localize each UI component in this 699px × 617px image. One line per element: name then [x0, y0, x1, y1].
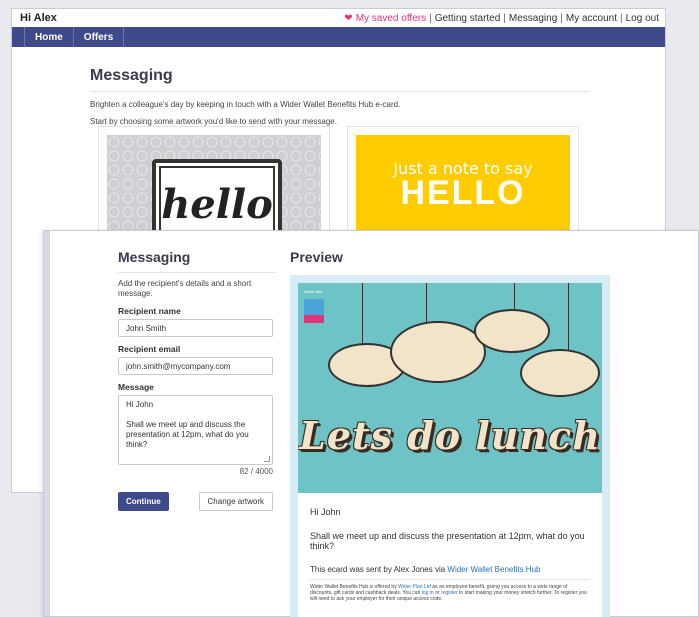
intro-text-1: Brighten a colleague's day by keeping in… — [90, 100, 401, 109]
message-line: Hi John — [126, 400, 154, 409]
recipient-name-input[interactable]: John Smith — [118, 319, 273, 337]
artwork-image: hello — [107, 135, 321, 243]
artwork-image: Just a note to say HELLO — [356, 135, 570, 243]
main-nav: Home Offers — [12, 27, 665, 47]
artwork-text: hello — [161, 180, 273, 228]
ecard-title: Lets do lunch — [299, 413, 601, 458]
sent-by-line: This ecard was sent by Alex Jones via Wi… — [310, 565, 590, 580]
separator: | — [620, 12, 623, 24]
nav-item-offers[interactable]: Offers — [74, 27, 125, 47]
nav-item-home[interactable]: Home — [24, 27, 74, 47]
change-artwork-button[interactable]: Change artwork — [198, 492, 273, 511]
message-form: Messaging Add the recipient's details an… — [118, 249, 276, 511]
preview-greeting: Hi John — [310, 507, 341, 517]
form-actions: Continue Change artwork — [118, 492, 273, 511]
ecard-image: Made with Lets do lunch — [298, 283, 602, 493]
greeting: Hi Alex — [20, 12, 57, 24]
window-edge — [44, 231, 50, 616]
hanging-string — [362, 283, 363, 345]
cloud-icon — [390, 321, 486, 383]
sent-by-text: This ecard was sent by Alex Jones via — [310, 565, 448, 574]
recipient-name-label: Recipient name — [118, 306, 181, 316]
benefits-hub-link[interactable]: Wider Wallet Benefits Hub — [447, 565, 540, 574]
register-link[interactable]: register — [441, 590, 458, 596]
separator: | — [429, 12, 432, 24]
wider-wallet-logo-icon — [304, 299, 324, 323]
recipient-email-input[interactable]: john.smith@mycompany.com — [118, 357, 273, 375]
artwork-option-yellow-hello[interactable]: Just a note to say HELLO — [347, 126, 579, 244]
hanging-string — [568, 283, 569, 353]
messaging-link[interactable]: Messaging — [509, 13, 557, 24]
recipient-email-value: john.smith@mycompany.com — [126, 361, 231, 371]
fine-print: Wider Wallet Benefits Hub is offered by … — [310, 584, 590, 602]
foreground-window: Messaging Add the recipient's details an… — [43, 230, 699, 617]
resize-handle-icon[interactable] — [264, 456, 270, 462]
hanging-string — [426, 283, 427, 323]
cloud-icon — [474, 309, 550, 353]
message-textarea[interactable]: Hi John Shall we meet up and discuss the… — [118, 395, 273, 465]
background-content: Messaging Brighten a colleague's day by … — [90, 67, 590, 126]
heart-icon: ❤ — [344, 12, 353, 24]
made-with-badge: Made with — [304, 289, 323, 294]
continue-button[interactable]: Continue — [118, 492, 169, 511]
message-line: Shall we meet up and discuss the present… — [126, 420, 249, 449]
recipient-email-label: Recipient email — [118, 344, 181, 354]
form-title: Messaging — [118, 249, 276, 273]
cloud-icon — [520, 349, 600, 397]
artwork-title: HELLO — [400, 174, 526, 212]
intro-text-2: Start by choosing some artwork you'd lik… — [90, 117, 337, 126]
form-intro: Add the recipient's details and a short … — [118, 279, 252, 298]
my-account-link[interactable]: My account — [566, 13, 617, 24]
preview-message: Hi John Shall we meet up and discuss the… — [298, 493, 602, 602]
preview-title: Preview — [290, 249, 343, 265]
recipient-name-value: John Smith — [126, 323, 167, 333]
page-title: Messaging — [90, 67, 590, 92]
preview-frame: Made with Lets do lunch Hi John Shall we… — [290, 275, 610, 617]
separator: | — [560, 12, 563, 24]
log-out-link[interactable]: Log out — [626, 13, 659, 24]
preview-message-text: Shall we meet up and discuss the present… — [310, 531, 585, 551]
saved-offers-link[interactable]: My saved offers — [356, 13, 426, 24]
artwork-option-hello[interactable]: hello — [98, 126, 330, 244]
top-links: ❤ My saved offers | Getting started | Me… — [344, 13, 659, 24]
top-bar: Hi Alex ❤ My saved offers | Getting star… — [12, 9, 665, 27]
separator: | — [503, 12, 506, 24]
character-counter: 82 / 4000 — [239, 467, 273, 476]
message-label: Message — [118, 382, 154, 392]
preview-panel: Preview Made with Lets do lunch Hi John … — [290, 249, 620, 617]
getting-started-link[interactable]: Getting started — [435, 13, 501, 24]
ecard-preview: Made with Lets do lunch Hi John Shall we… — [298, 283, 602, 617]
